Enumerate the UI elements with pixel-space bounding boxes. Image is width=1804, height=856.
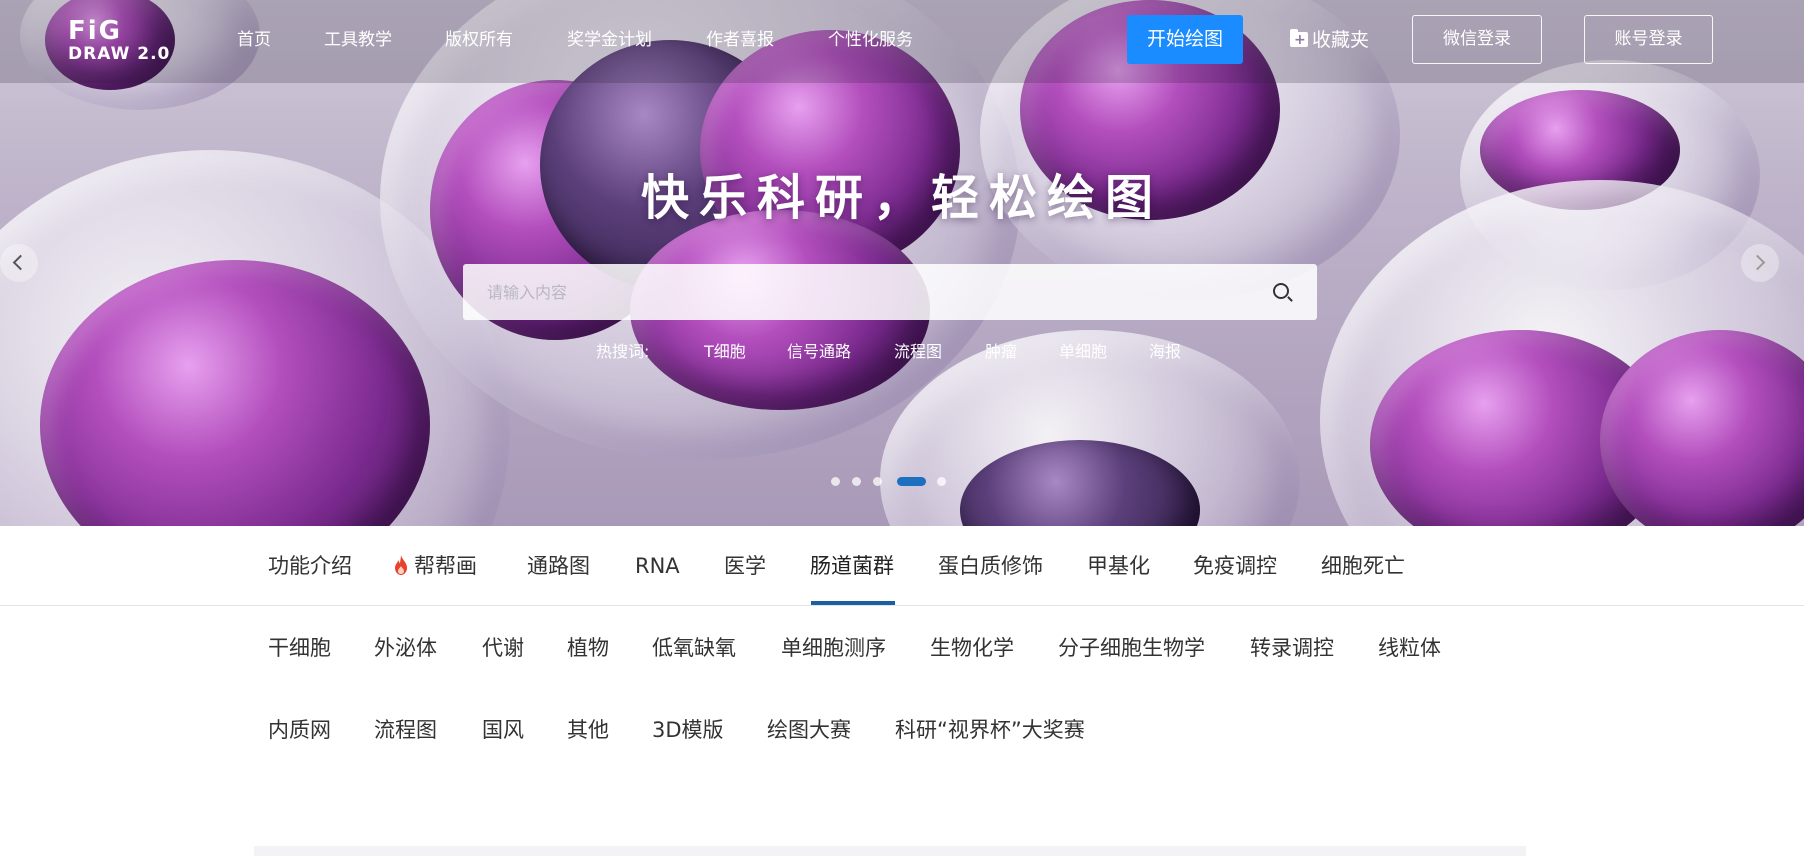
subcategory-item[interactable]: 其他 [567, 715, 609, 745]
subcategory-item[interactable]: 代谢 [482, 633, 524, 663]
logo[interactable]: FiG DRAW 2.0 [68, 18, 180, 66]
tab-pathway[interactable]: 通路图 [527, 551, 590, 581]
nav-copyright[interactable]: 版权所有 [445, 28, 513, 52]
subcategory-item[interactable]: 转录调控 [1250, 633, 1334, 663]
hot-term[interactable]: 信号通路 [787, 338, 851, 362]
content-area-top [254, 846, 1526, 856]
subcategory-item[interactable]: 国风 [482, 715, 524, 745]
chevron-left-icon [12, 254, 29, 271]
active-tab-indicator [811, 601, 895, 605]
tab-rna[interactable]: RNA [635, 551, 680, 581]
subcategory-item[interactable]: 内质网 [268, 715, 331, 745]
tab-protein-modification[interactable]: 蛋白质修饰 [938, 551, 1043, 581]
subcategory-item[interactable]: 3D模版 [652, 715, 724, 745]
logo-text-top: FiG [68, 16, 123, 46]
favorites-label: 收藏夹 [1312, 29, 1370, 51]
tab-gut-microbiota[interactable]: 肠道菌群 [810, 551, 894, 581]
carousel-dot-active[interactable] [897, 477, 926, 486]
chevron-right-icon [1749, 254, 1766, 271]
hot-term[interactable]: 肿瘤 [985, 338, 1017, 362]
tab-immune-regulation[interactable]: 免疫调控 [1193, 551, 1277, 581]
subcategory-item[interactable]: 流程图 [374, 715, 437, 745]
nav-tutorials[interactable]: 工具教学 [324, 28, 392, 52]
tab-help-draw[interactable]: 帮帮画 [394, 551, 477, 581]
subcategory-item[interactable]: 单细胞测序 [781, 633, 886, 663]
nav-author-news[interactable]: 作者喜报 [706, 28, 774, 52]
search-icon[interactable] [1273, 283, 1289, 299]
favorites-link[interactable]: 收藏夹 [1290, 27, 1369, 53]
hero-slogan: 快乐科研，轻松绘图 [640, 170, 1163, 226]
subcategory-item[interactable]: 线粒体 [1378, 633, 1441, 663]
carousel-next-button[interactable] [1741, 244, 1779, 282]
hot-term[interactable]: 流程图 [894, 338, 942, 362]
subcategory-item[interactable]: 分子细胞生物学 [1058, 633, 1205, 663]
search-input[interactable] [487, 264, 1247, 320]
tab-help-draw-label: 帮帮画 [414, 554, 477, 578]
carousel-dot[interactable] [873, 477, 882, 486]
tab-cell-death[interactable]: 细胞死亡 [1321, 551, 1405, 581]
hot-search-label: 热搜词: [596, 342, 650, 361]
carousel-dot[interactable] [831, 477, 840, 486]
subcategory-item[interactable]: 植物 [567, 633, 609, 663]
wechat-login-button[interactable]: 微信登录 [1412, 15, 1542, 64]
tab-methylation[interactable]: 甲基化 [1087, 551, 1150, 581]
hot-term[interactable]: T细胞 [704, 338, 746, 362]
hot-term[interactable]: 海报 [1149, 338, 1181, 362]
nav-home[interactable]: 首页 [237, 28, 271, 52]
subcategory-item[interactable]: 绘图大赛 [767, 715, 851, 745]
logo-text-bottom: DRAW 2.0 [68, 44, 171, 64]
tab-medicine[interactable]: 医学 [724, 551, 766, 581]
category-tabs: 功能介绍 帮帮画 通路图 RNA 医学 肠道菌群 蛋白质修饰 甲基化 免疫调控 … [0, 526, 1804, 606]
folder-plus-icon [1290, 27, 1308, 53]
carousel-prev-button[interactable] [0, 244, 38, 282]
flame-icon [395, 555, 407, 575]
account-login-button[interactable]: 账号登录 [1584, 15, 1713, 64]
subcategory-item[interactable]: 外泌体 [374, 633, 437, 663]
search-box [463, 264, 1317, 320]
nav-custom-service[interactable]: 个性化服务 [828, 28, 913, 52]
subcategory-item[interactable]: 低氧缺氧 [652, 633, 736, 663]
nav-scholarship[interactable]: 奖学金计划 [567, 28, 652, 52]
start-drawing-button[interactable]: 开始绘图 [1127, 15, 1243, 64]
carousel-dot[interactable] [852, 477, 861, 486]
hot-term[interactable]: 单细胞 [1059, 338, 1107, 362]
carousel-dot[interactable] [937, 477, 946, 486]
subcategory-item[interactable]: 生物化学 [930, 633, 1014, 663]
subcategory-item[interactable]: 干细胞 [268, 633, 331, 663]
tab-intro[interactable]: 功能介绍 [268, 551, 352, 581]
subcategory-item[interactable]: 科研“视界杯”大奖赛 [895, 715, 1085, 745]
hero-banner: FiG DRAW 2.0 首页 工具教学 版权所有 奖学金计划 作者喜报 个性化… [0, 0, 1804, 526]
